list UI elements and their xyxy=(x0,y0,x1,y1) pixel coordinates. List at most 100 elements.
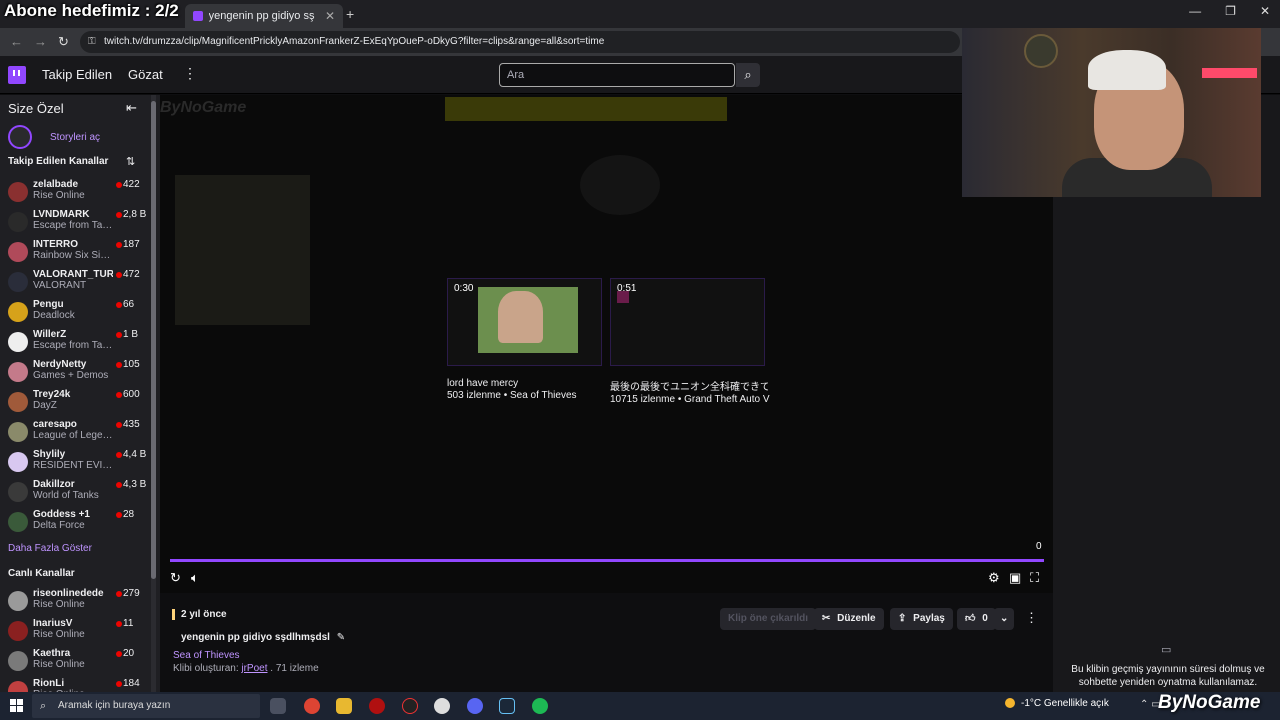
viewer-count: 422 xyxy=(123,179,140,190)
sidebar-channel[interactable]: caresapo League of Legends 435 xyxy=(8,419,148,447)
sidebar-channel[interactable]: zelalbade Rise Online 422 xyxy=(8,179,148,207)
live-indicator-icon xyxy=(116,332,122,338)
theater-mode-icon[interactable]: ▣ xyxy=(1009,570,1021,586)
suggested-clip-thumbnail[interactable]: 0:30 xyxy=(447,278,602,366)
steam-icon[interactable] xyxy=(499,698,515,714)
search-icon[interactable]: ⌕ xyxy=(736,63,760,87)
app-icon[interactable] xyxy=(434,698,450,714)
volume-icon[interactable]: 🔈︎ xyxy=(191,570,199,586)
more-actions-icon[interactable]: ⋮ xyxy=(1025,610,1038,626)
avatar xyxy=(8,212,28,232)
collapse-sidebar-icon[interactable]: ⇤ xyxy=(126,100,137,116)
channel-game: Games + Demos xyxy=(33,370,109,381)
live-indicator-icon xyxy=(116,621,122,627)
suggested-clip-title[interactable]: 最後の最後でユニオン全科確できて... xyxy=(610,378,768,393)
sidebar-channel[interactable]: INTERRO Rainbow Six Siege 187 xyxy=(8,239,148,267)
seek-bar[interactable] xyxy=(170,559,1044,562)
sidebar-channel[interactable]: Dakillzor World of Tanks 4,3 B xyxy=(8,479,148,507)
channel-game: Rise Online xyxy=(33,599,85,610)
suggested-clip[interactable]: 0:30 lord have mercy 503 izlenme • Sea o… xyxy=(447,278,605,401)
nav-browse[interactable]: Gözat xyxy=(128,67,163,82)
sidebar-channel[interactable]: VALORANT_TUR VALORANT 472 xyxy=(8,269,148,297)
spotify-icon[interactable] xyxy=(532,698,548,714)
forward-icon[interactable]: → xyxy=(34,34,47,49)
chat-unavailable-message: Bu klibin geçmiş yayınının süresi dolmuş… xyxy=(1071,664,1265,688)
url-field[interactable]: ⚿ twitch.tv/drumzza/clip/MagnificentPric… xyxy=(80,31,960,53)
live-indicator-icon xyxy=(116,591,122,597)
clip-views: . 71 izleme xyxy=(270,663,319,674)
sidebar-channel[interactable]: LVNDMARK Escape from Tarkov 2,8 B xyxy=(8,209,148,237)
game-link[interactable]: Sea of Thieves xyxy=(173,650,240,661)
live-indicator-icon xyxy=(116,242,122,248)
stories-button[interactable]: Storyleri aç xyxy=(8,125,100,149)
suggested-clip[interactable]: 0:51 最後の最後でユニオン全科確できて... 10715 izlenme •… xyxy=(610,278,770,405)
subscriber-goal-overlay: Abone hedefimiz : 2/2 xyxy=(4,1,179,20)
site-info-icon[interactable]: ⚿ xyxy=(88,31,96,53)
like-dropdown-button[interactable]: ⌄ xyxy=(994,608,1015,630)
app-icon[interactable] xyxy=(369,698,385,714)
channel-game: DayZ xyxy=(33,400,57,411)
viewer-count: 2,8 B xyxy=(123,209,147,220)
video-player[interactable]: ByNoGame 0:30 lord have mercy 503 izlenm… xyxy=(160,95,1053,593)
suggested-clip-meta: 10715 izlenme • Grand Theft Auto V xyxy=(610,394,770,405)
more-options-icon[interactable]: ⋮ xyxy=(183,65,197,82)
scrollbar-thumb[interactable] xyxy=(151,101,156,579)
settings-gear-icon[interactable]: ⚙ xyxy=(988,570,1000,586)
sort-icon[interactable]: ⇅ xyxy=(126,155,135,168)
taskbar-search-placeholder: Aramak için buraya yazın xyxy=(58,700,171,711)
back-icon[interactable]: ← xyxy=(10,34,23,49)
new-tab-button[interactable]: + xyxy=(346,6,354,22)
file-explorer-icon[interactable] xyxy=(336,698,352,714)
channel-name: Pengu xyxy=(33,299,64,310)
task-view-icon[interactable] xyxy=(270,698,286,714)
sidebar-channel[interactable]: RionLiRise Online184 xyxy=(8,678,148,692)
weather-widget[interactable]: -1°C Genellikle açık xyxy=(1005,698,1109,709)
like-button[interactable]: 👍︎ 0 xyxy=(957,608,996,630)
sidebar-channel[interactable]: InariusV Rise Online 11 xyxy=(8,618,148,646)
sidebar-channel[interactable]: NerdyNetty Games + Demos 105 xyxy=(8,359,148,387)
avatar xyxy=(8,482,28,502)
sidebar-channel[interactable]: Shylily RESIDENT EVIL 4 4,4 B xyxy=(8,449,148,477)
sidebar-channel[interactable]: Kaethra Rise Online 20 xyxy=(8,648,148,676)
sidebar-scrollbar[interactable] xyxy=(151,95,156,692)
feature-clip-button[interactable]: Klip öne çıkarıldı xyxy=(720,608,817,630)
reload-icon[interactable]: ↻ xyxy=(58,34,69,50)
avatar xyxy=(8,422,28,442)
sidebar-channel[interactable]: riseonlinedede Rise Online 279 xyxy=(8,588,148,616)
suggested-clip-thumbnail[interactable]: 0:51 xyxy=(610,278,765,366)
nav-following[interactable]: Takip Edilen xyxy=(42,67,112,82)
live-indicator-icon xyxy=(116,302,122,308)
edit-title-pencil-icon[interactable]: ✎ xyxy=(337,632,345,643)
discord-icon[interactable] xyxy=(467,698,483,714)
sidebar-channel[interactable]: Pengu Deadlock 66 xyxy=(8,299,148,327)
taskbar-search-input[interactable]: ⌕ Aramak için buraya yazın xyxy=(32,694,260,718)
sidebar-channel[interactable]: Goddess +1 Delta Force 28 xyxy=(8,509,148,537)
live-indicator-icon xyxy=(116,392,122,398)
close-tab-icon[interactable]: ✕ xyxy=(325,9,335,23)
close-window-icon[interactable]: ✕ xyxy=(1260,4,1270,18)
live-channels-title: Canlı Kanallar xyxy=(8,568,75,579)
creator-link[interactable]: jrPoet xyxy=(241,663,267,674)
search-input[interactable]: Ara xyxy=(499,63,735,87)
browser-tab-active[interactable]: yengenin pp gidiyo sşdlhmşdsl ✕ xyxy=(185,4,343,28)
show-more-link[interactable]: Daha Fazla Göster xyxy=(8,543,92,554)
sidebar-channel[interactable]: WillerZ Escape from Tarkov 1 B xyxy=(8,329,148,357)
sidebar-channel[interactable]: Trey24k DayZ 600 xyxy=(8,389,148,417)
viewer-count: 1 B xyxy=(123,329,139,340)
fullscreen-icon[interactable]: ⛶ xyxy=(1030,570,1039,586)
share-button[interactable]: ⇪ Paylaş xyxy=(890,608,953,630)
replay-icon[interactable]: ↻ xyxy=(170,570,181,586)
windows-start-icon[interactable] xyxy=(10,699,24,713)
twitch-logo-icon[interactable] xyxy=(8,66,26,84)
live-indicator-icon xyxy=(116,482,122,488)
edit-label: Düzenle xyxy=(837,613,876,624)
channel-game: Rainbow Six Siege xyxy=(33,250,113,261)
followed-channels-title: Takip Edilen Kanallar xyxy=(8,156,109,167)
maximize-icon[interactable]: ❐ xyxy=(1225,4,1236,18)
minimize-icon[interactable]: — xyxy=(1189,4,1201,18)
chrome-icon[interactable] xyxy=(304,698,320,714)
edit-button[interactable]: ✂ Düzenle xyxy=(814,608,884,630)
thumbnail-person xyxy=(498,291,543,343)
obs-icon[interactable] xyxy=(402,698,418,714)
suggested-clip-title[interactable]: lord have mercy xyxy=(447,378,605,389)
